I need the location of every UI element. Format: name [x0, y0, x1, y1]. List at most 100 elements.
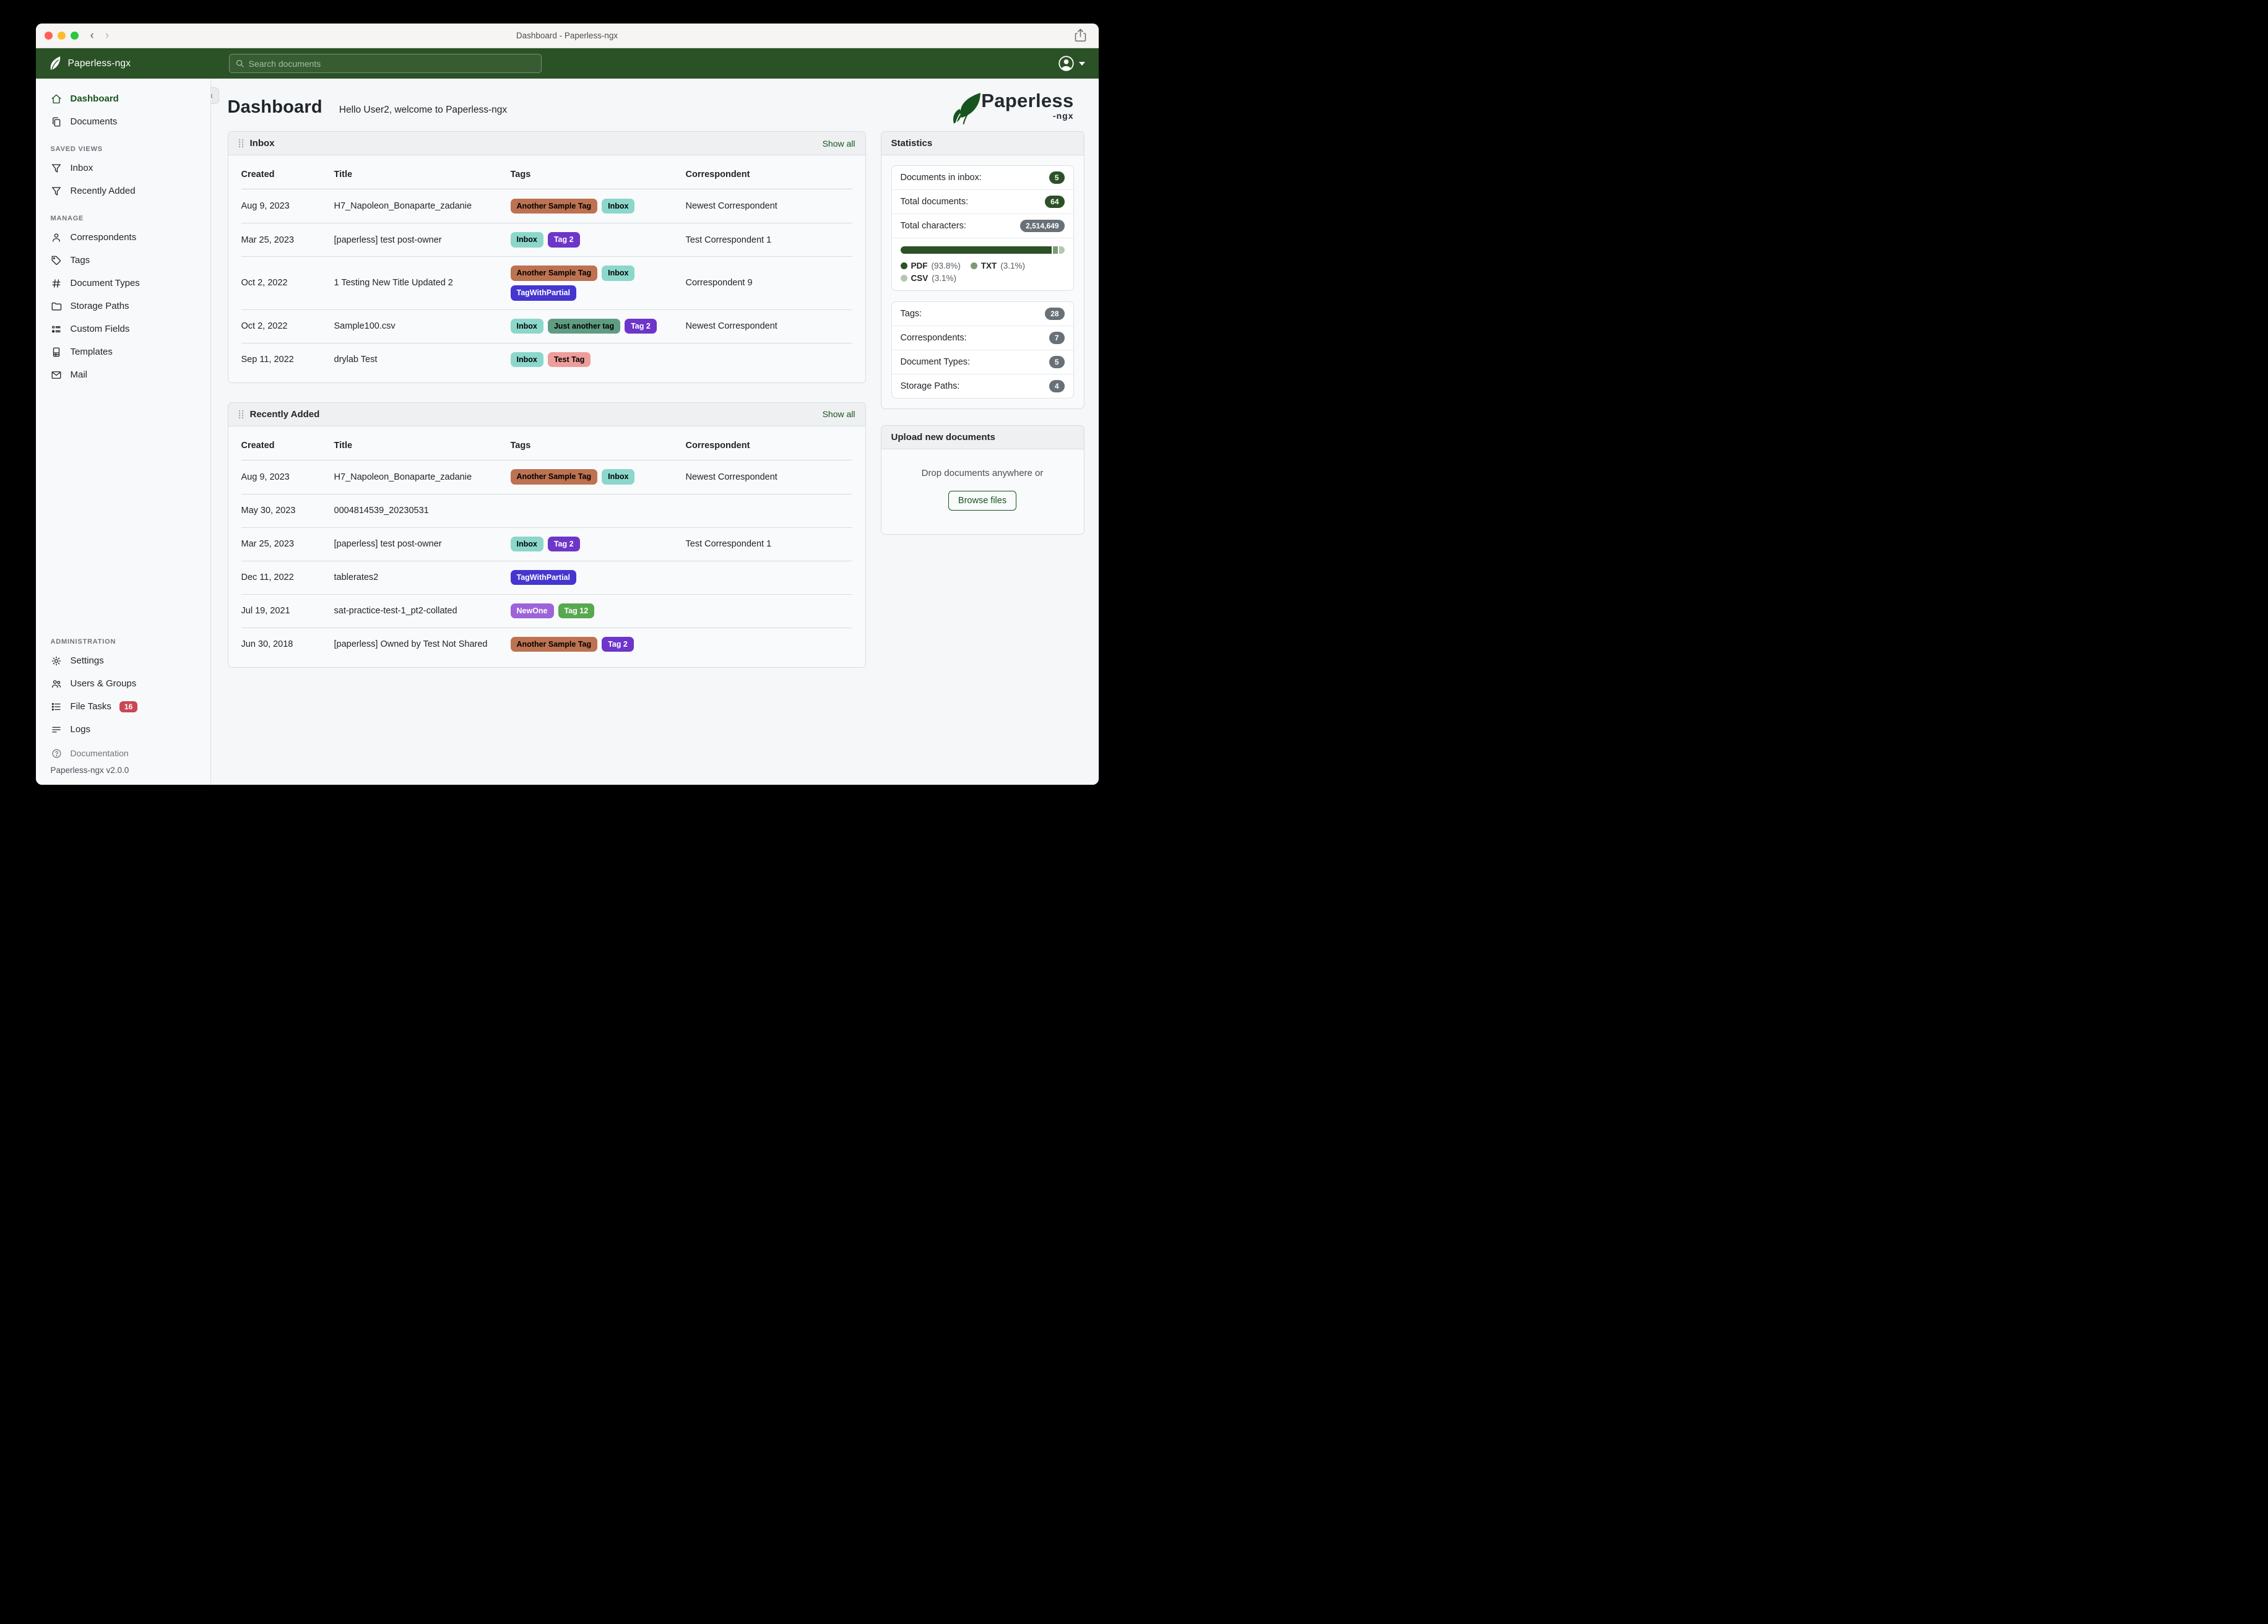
document-row[interactable]: Aug 9, 2023 H7_Napoleon_Bonaparte_zadanie…: [241, 460, 852, 494]
cell-title[interactable]: H7_Napoleon_Bonaparte_zadanie: [334, 472, 511, 482]
browse-files-button[interactable]: Browse files: [948, 491, 1017, 511]
stat-value-badge: 2,514,649: [1020, 220, 1065, 232]
document-row[interactable]: Oct 2, 2022 Sample100.csv Inbox Just anothe…: [241, 309, 852, 343]
back-icon[interactable]: ‹: [90, 30, 94, 41]
leaf-logo-icon: [50, 56, 60, 71]
tag-pill[interactable]: Inbox: [602, 198, 635, 214]
sidebar-item-label: Correspondents: [70, 232, 137, 243]
sidebar-item-dashboard[interactable]: Dashboard: [36, 87, 210, 110]
sidebar-item-document-types[interactable]: Document Types: [36, 272, 210, 295]
upload-dropzone[interactable]: Drop documents anywhere or Browse files: [881, 449, 1084, 534]
zoom-window-button[interactable]: [70, 32, 79, 40]
show-all-link[interactable]: Show all: [823, 409, 855, 419]
document-row[interactable]: Jun 30, 2018 [paperless] Owned by Test No…: [241, 627, 852, 661]
sidebar-item-documents[interactable]: Documents: [36, 110, 210, 133]
upload-widget: Upload new documents Drop documents anyw…: [880, 425, 1084, 535]
inbox-table-body: Aug 9, 2023 H7_Napoleon_Bonaparte_zadanie…: [241, 189, 852, 376]
drag-handle-icon[interactable]: [238, 139, 244, 148]
sidebar-item-documentation[interactable]: Documentation: [36, 743, 210, 763]
cell-title[interactable]: tablerates2: [334, 572, 511, 582]
tag-pill[interactable]: NewOne: [510, 603, 554, 619]
statistics-group-objects: Tags: 28 Correspondents: 7 Document Types: 5 S…: [891, 301, 1074, 399]
window-title: Dashboard - Paperless-ngx: [516, 31, 618, 40]
cell-title[interactable]: [paperless] test post-owner: [334, 539, 511, 549]
tag-pill[interactable]: Another Sample Tag: [510, 266, 598, 281]
show-all-link[interactable]: Show all: [823, 139, 855, 149]
minimize-window-button[interactable]: [57, 32, 66, 40]
document-row[interactable]: Oct 2, 2022 1 Testing New Title Updated 2…: [241, 256, 852, 309]
sidebar-item-users-groups[interactable]: Users & Groups: [36, 672, 210, 695]
cell-title[interactable]: 1 Testing New Title Updated 2: [334, 278, 511, 288]
hash-icon: [51, 278, 63, 289]
tag-pill[interactable]: Test Tag: [547, 352, 591, 368]
task-list-icon: [51, 701, 63, 712]
statistics-widget: Statistics Documents in inbox: 5 Total doc…: [880, 131, 1084, 409]
tag-pill[interactable]: Inbox: [510, 318, 543, 334]
statistics-widget-header: Statistics: [881, 132, 1084, 155]
tag-pill[interactable]: Tag 2: [547, 536, 580, 552]
cell-title[interactable]: [paperless] test post-owner: [334, 235, 511, 245]
close-window-button[interactable]: [44, 32, 53, 40]
document-row[interactable]: Mar 25, 2023 [paperless] test post-owner I…: [241, 223, 852, 256]
document-row[interactable]: Jul 19, 2021 sat-practice-test-1_pt2-coll…: [241, 594, 852, 628]
sidebar-item-custom-fields[interactable]: Custom Fields: [36, 317, 210, 340]
document-row[interactable]: Mar 25, 2023 [paperless] test post-owner I…: [241, 527, 852, 561]
stat-value-badge: 5: [1049, 356, 1065, 368]
share-icon[interactable]: [1075, 28, 1086, 42]
document-row[interactable]: Dec 11, 2022 tablerates2 TagWithPartial: [241, 560, 852, 594]
sidebar-item-correspondents[interactable]: Correspondents: [36, 226, 210, 249]
tag-pill[interactable]: Tag 2: [547, 232, 580, 248]
filter-funnel-icon: [51, 163, 63, 174]
tag-pill[interactable]: Inbox: [510, 232, 543, 248]
tag-pill[interactable]: Just another tag: [547, 318, 621, 334]
legend-item-csv: CSV (3.1%): [900, 274, 956, 283]
saved-views-section-label: SAVED VIEWS: [50, 145, 103, 153]
document-row[interactable]: Sep 11, 2022 drylab Test Inbox Test Tag: [241, 342, 852, 376]
forward-icon[interactable]: ›: [105, 30, 109, 41]
tag-pill[interactable]: Tag 2: [625, 318, 657, 334]
tag-pill[interactable]: TagWithPartial: [510, 569, 576, 585]
sidebar-item-settings[interactable]: Settings: [36, 649, 210, 672]
cell-title[interactable]: Sample100.csv: [334, 321, 511, 331]
tag-pill[interactable]: Another Sample Tag: [510, 469, 598, 485]
stat-value-badge: 64: [1045, 196, 1065, 208]
tag-pill[interactable]: Tag 12: [558, 603, 595, 619]
sidebar-item-logs[interactable]: Logs: [36, 718, 210, 741]
sidebar-item-file-tasks[interactable]: File Tasks 16: [36, 695, 210, 718]
tag-pill[interactable]: Tag 2: [602, 636, 634, 652]
folder-icon: [51, 301, 63, 312]
sidebar-item-mail[interactable]: Mail: [36, 363, 210, 386]
sidebar-item-storage-paths[interactable]: Storage Paths: [36, 295, 210, 317]
tag-pill[interactable]: Another Sample Tag: [510, 198, 598, 214]
gear-icon: [51, 655, 63, 667]
document-row[interactable]: Aug 9, 2023 H7_Napoleon_Bonaparte_zadanie…: [241, 189, 852, 223]
cell-title[interactable]: 0004814539_20230531: [334, 506, 511, 516]
sidebar-item-recently-added[interactable]: Recently Added: [36, 179, 210, 202]
tag-pill[interactable]: Inbox: [510, 352, 543, 368]
tag-pill[interactable]: Inbox: [602, 266, 635, 281]
search-input[interactable]: [248, 58, 535, 69]
tag-pill[interactable]: Inbox: [510, 536, 543, 552]
tag-pill[interactable]: Another Sample Tag: [510, 636, 598, 652]
tag-pill[interactable]: Inbox: [602, 469, 635, 485]
sidebar-item-tags[interactable]: Tags: [36, 249, 210, 272]
cell-title[interactable]: H7_Napoleon_Bonaparte_zadanie: [334, 201, 511, 211]
sidebar-item-inbox[interactable]: Inbox: [36, 157, 210, 179]
cell-title[interactable]: [paperless] Owned by Test Not Shared: [334, 639, 511, 649]
tag-pill[interactable]: TagWithPartial: [510, 285, 576, 301]
sidebar-collapse-button[interactable]: «: [210, 87, 219, 104]
leaf-logo-icon: [953, 93, 981, 126]
user-avatar-icon: [1058, 56, 1074, 71]
cell-title[interactable]: drylab Test: [334, 355, 511, 365]
search-box[interactable]: [228, 54, 542, 73]
bar-segment-pdf: [900, 246, 1052, 254]
document-row[interactable]: May 30, 2023 0004814539_20230531: [241, 493, 852, 527]
stat-value-badge: 5: [1049, 171, 1065, 184]
user-menu[interactable]: [1058, 48, 1085, 79]
drag-handle-icon[interactable]: [238, 410, 244, 419]
sidebar-item-templates[interactable]: Templates: [36, 340, 210, 363]
bar-segment-csv: [1059, 246, 1065, 254]
stat-value-badge: 28: [1045, 308, 1065, 320]
cell-title[interactable]: sat-practice-test-1_pt2-collated: [334, 606, 511, 616]
recently-added-widget-header: Recently Added Show all: [228, 402, 865, 426]
